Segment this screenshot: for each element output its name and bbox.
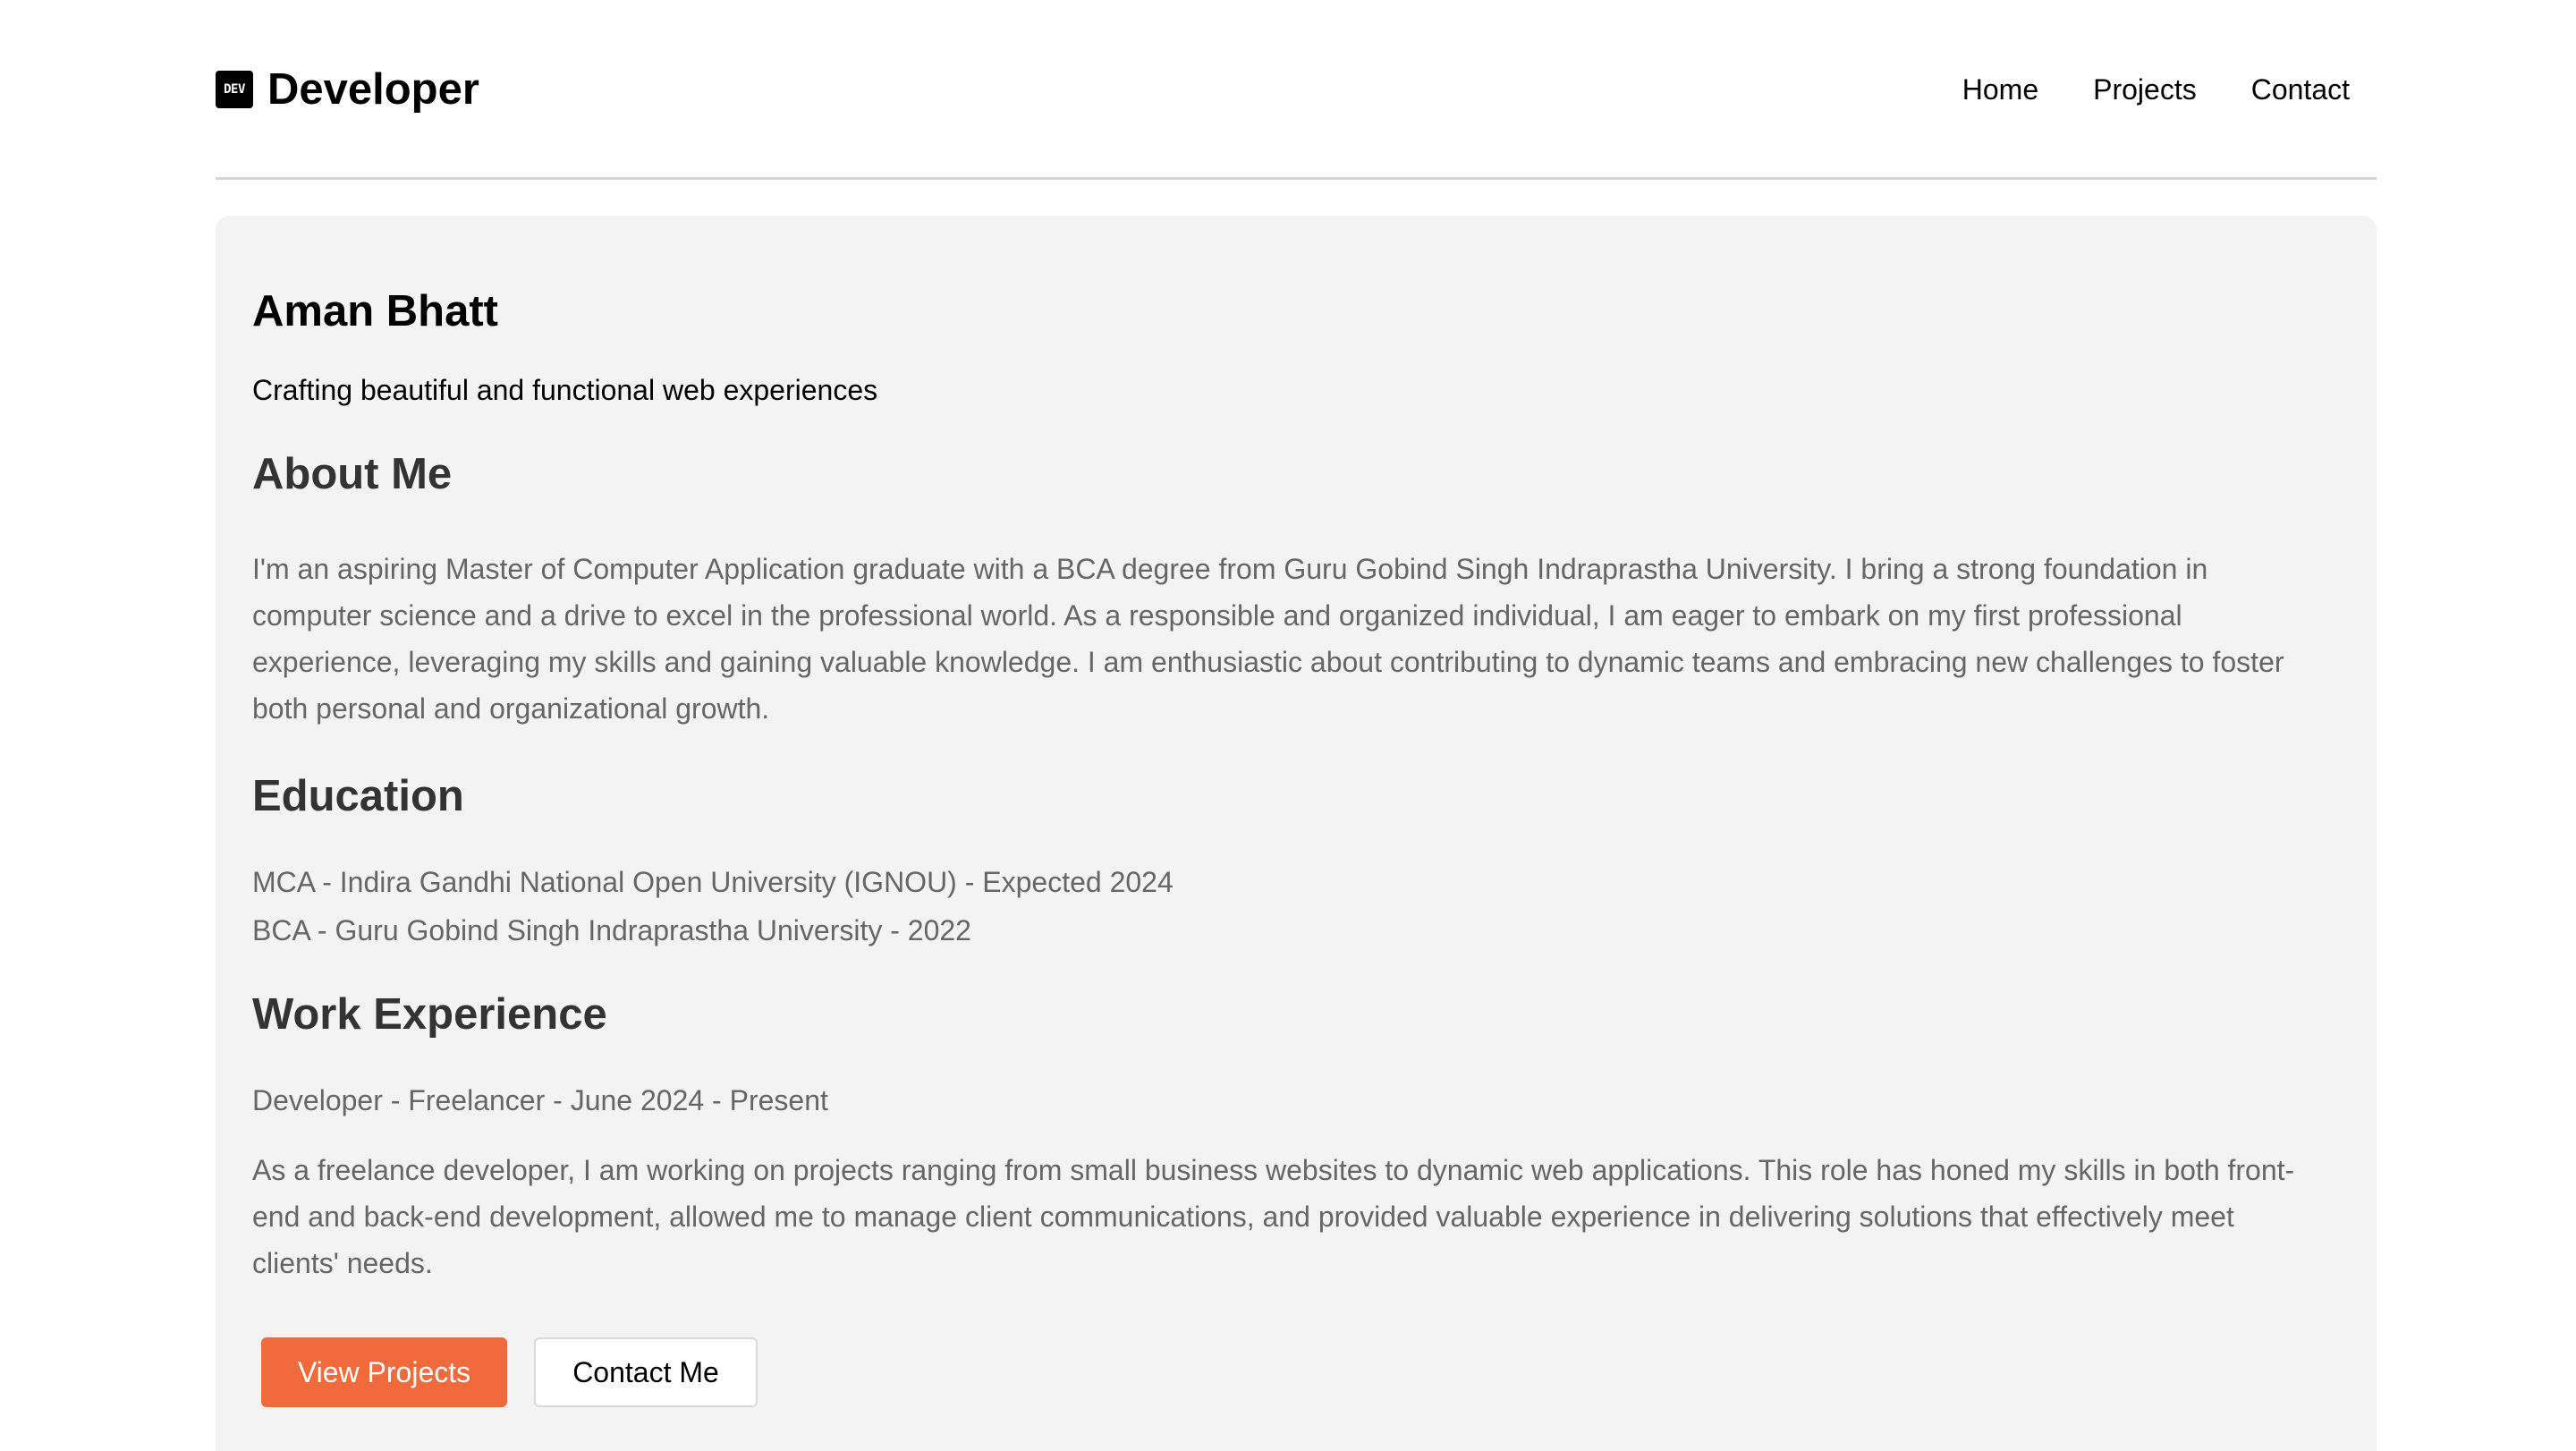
- view-projects-button[interactable]: View Projects: [261, 1337, 507, 1407]
- nav-link-projects[interactable]: Projects: [2093, 73, 2197, 106]
- dev-logo-icon: DEV: [216, 71, 253, 108]
- profile-tagline: Crafting beautiful and functional web ex…: [252, 374, 878, 406]
- header-divider: [216, 177, 2377, 180]
- work-description: As a freelance developer, I am working o…: [252, 1154, 2295, 1279]
- nav-link-home[interactable]: Home: [1962, 73, 2038, 106]
- main-nav: Home Projects Contact: [1908, 73, 2350, 106]
- education-title: Education: [252, 772, 464, 820]
- about-title: About Me: [252, 450, 453, 498]
- brand[interactable]: DEV Developer: [216, 64, 479, 115]
- work-title: Work Experience: [252, 990, 607, 1039]
- profile-name: Aman Bhatt: [252, 287, 498, 335]
- education-item-mca: MCA - Indira Gandhi National Open Univer…: [252, 866, 1174, 898]
- page: DEV Developer Home Projects Contact Aman…: [0, 0, 2576, 1451]
- about-text: I'm an aspiring Master of Computer Appli…: [252, 553, 2284, 725]
- brand-name: Developer: [267, 65, 479, 114]
- work-role: Developer - Freelancer - June 2024 - Pre…: [252, 1084, 828, 1116]
- site-header: DEV Developer Home Projects Contact: [216, 50, 2377, 129]
- nav-link-contact[interactable]: Contact: [2251, 73, 2350, 106]
- education-item-bca: BCA - Guru Gobind Singh Indraprastha Uni…: [252, 914, 971, 946]
- contact-me-button[interactable]: Contact Me: [534, 1337, 758, 1407]
